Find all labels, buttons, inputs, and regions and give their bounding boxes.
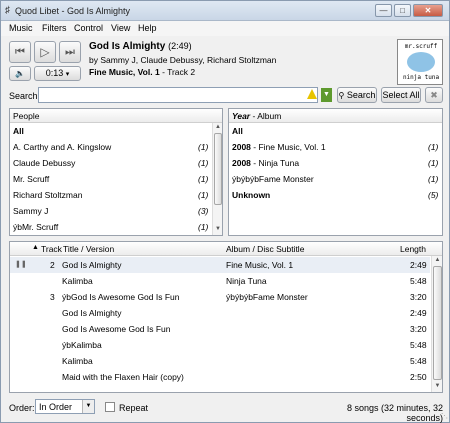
song-album: Fine Music, Vol. 1: [89, 67, 160, 77]
search-input[interactable]: [38, 87, 318, 103]
list-item[interactable]: 2008 - Fine Music, Vol. 1 (1): [229, 139, 442, 155]
song-artists: by Sammy J, Claude Debussy, Richard Stol…: [89, 55, 277, 65]
repeat-checkbox[interactable]: [105, 402, 115, 412]
warning-icon: [307, 89, 317, 99]
column-length[interactable]: Length: [400, 244, 426, 254]
song-album-line: Fine Music, Vol. 1 - Track 2: [89, 67, 195, 77]
clear-icon: ✖: [430, 90, 438, 100]
cover-text-top: mr.scruff: [404, 43, 438, 50]
song-title-line: God Is Almighty (2:49): [89, 41, 192, 52]
list-item[interactable]: 2008 - Ninja Tuna (1): [229, 155, 442, 171]
title-bar[interactable]: ♯ Quod Libet - God Is Almighty — □ ✕: [1, 1, 449, 21]
people-pane: People All A. Carthy and A. Kingslow (1) …: [9, 108, 223, 236]
position-button[interactable]: 0:13 ▾: [34, 66, 81, 81]
window-title: Quod Libet - God Is Almighty: [15, 6, 131, 16]
play-button[interactable]: ▷: [34, 41, 56, 63]
search-history-button[interactable]: ▼: [321, 88, 332, 102]
cover-art-shape: [407, 52, 435, 72]
people-header[interactable]: People: [10, 109, 222, 123]
people-header-label: People: [13, 111, 40, 121]
volume-icon: 🔈: [15, 69, 25, 78]
album-pane: Year - Album All 2008 - Fine Music, Vol.…: [228, 108, 443, 236]
play-icon: ▷: [40, 45, 50, 59]
album-header[interactable]: Year - Album: [229, 109, 442, 123]
scroll-down-icon[interactable]: ▼: [213, 226, 222, 232]
search-button-label: Search: [346, 90, 376, 100]
search-button[interactable]: ⚲ Search: [337, 87, 377, 103]
main-window: ♯ Quod Libet - God Is Almighty — □ ✕ Mus…: [0, 0, 450, 423]
list-item[interactable]: Unknown (5): [229, 187, 442, 203]
playing-icon: ❚❚: [15, 261, 27, 268]
search-label: Search:: [9, 91, 41, 101]
album-header-label: Year - Album: [232, 111, 282, 121]
resize-grip-icon[interactable]: ⋱: [441, 412, 449, 420]
status-text: 8 songs (32 minutes, 32 seconds): [346, 403, 443, 423]
app-icon: ♯: [5, 5, 10, 16]
order-value: In Order: [39, 402, 73, 412]
column-title[interactable]: Title / Version: [62, 244, 115, 254]
table-row[interactable]: Kalimba Ninja Tuna 5:48: [10, 273, 430, 289]
next-icon: ⏭: [65, 46, 75, 58]
scroll-thumb[interactable]: [214, 133, 222, 205]
song-title: God Is Almighty: [89, 41, 166, 52]
table-row[interactable]: God Is Awesome God Is Fun 3:20: [10, 321, 430, 337]
scroll-down-icon[interactable]: ▼: [432, 383, 442, 389]
select-all-button[interactable]: Select All: [381, 87, 421, 103]
list-item[interactable]: ýbýbýbFame Monster (1): [229, 171, 442, 187]
scroll-up-icon[interactable]: ▲: [432, 257, 442, 263]
list-item[interactable]: Mr. Scruff (1): [10, 171, 212, 187]
song-track: - Track 2: [159, 67, 196, 77]
song-list-scrollbar[interactable]: ▲ ▼: [431, 256, 442, 392]
sort-ascending-icon: ▲: [32, 244, 39, 251]
scroll-thumb[interactable]: [433, 266, 442, 380]
song-length: (2:49): [168, 41, 192, 51]
song-list: ▲ Track Title / Version Album / Disc Sub…: [9, 241, 443, 393]
menu-control[interactable]: Control: [74, 23, 103, 33]
people-scrollbar[interactable]: ▲ ▼: [212, 123, 222, 235]
table-row[interactable]: Maid with the Flaxen Hair (copy) 2:50: [10, 369, 430, 385]
list-item[interactable]: Claude Debussy (1): [10, 155, 212, 171]
menu-music[interactable]: Music: [9, 23, 33, 33]
menu-help[interactable]: Help: [138, 23, 157, 33]
repeat-label[interactable]: Repeat: [119, 403, 148, 413]
list-item[interactable]: All: [10, 123, 212, 139]
maximize-button[interactable]: □: [394, 4, 411, 17]
list-item[interactable]: ýbMr. Scruff (1): [10, 219, 212, 235]
position-time: 0:13: [45, 68, 64, 78]
menu-bar: Music Filters Control View Help: [1, 21, 449, 36]
table-row[interactable]: Kalimba 5:48: [10, 353, 430, 369]
clear-search-button[interactable]: ✖: [425, 87, 443, 103]
order-label: Order:: [9, 403, 35, 413]
order-select[interactable]: In Order ▼: [35, 399, 95, 414]
menu-view[interactable]: View: [111, 23, 130, 33]
scroll-up-icon[interactable]: ▲: [213, 124, 222, 130]
volume-button[interactable]: 🔈: [9, 66, 31, 81]
minimize-button[interactable]: —: [375, 4, 392, 17]
album-cover[interactable]: mr.scruff ninja tuna: [397, 39, 443, 85]
table-row[interactable]: ýbKalimba 5:48: [10, 337, 430, 353]
chevron-down-icon: ▾: [65, 71, 70, 78]
list-item[interactable]: Richard Stoltzman (1): [10, 187, 212, 203]
close-button[interactable]: ✕: [413, 4, 443, 17]
table-row[interactable]: ❚❚ 2 God Is Almighty Fine Music, Vol. 1 …: [10, 257, 430, 273]
list-item[interactable]: All: [229, 123, 442, 139]
cover-text-bottom: ninja tuna: [402, 74, 440, 81]
song-list-header: ▲ Track Title / Version Album / Disc Sub…: [10, 242, 442, 256]
table-row[interactable]: 3 ýbGod Is Awesome God Is Fun ýbýbýbFame…: [10, 289, 430, 305]
table-row[interactable]: God Is Almighty 2:49: [10, 305, 430, 321]
menu-filters[interactable]: Filters: [42, 23, 67, 33]
column-album[interactable]: Album / Disc Subtitle: [226, 244, 304, 254]
search-icon: ⚲: [338, 91, 345, 100]
next-button[interactable]: ⏭: [59, 41, 81, 63]
chevron-down-icon: ▼: [82, 400, 94, 413]
list-item[interactable]: A. Carthy and A. Kingslow (1): [10, 139, 212, 155]
chevron-down-icon: ▼: [323, 91, 330, 98]
column-track[interactable]: Track: [41, 244, 62, 254]
previous-icon: ⏮: [15, 46, 25, 58]
previous-button[interactable]: ⏮: [9, 41, 31, 63]
list-item[interactable]: Sammy J (3): [10, 203, 212, 219]
